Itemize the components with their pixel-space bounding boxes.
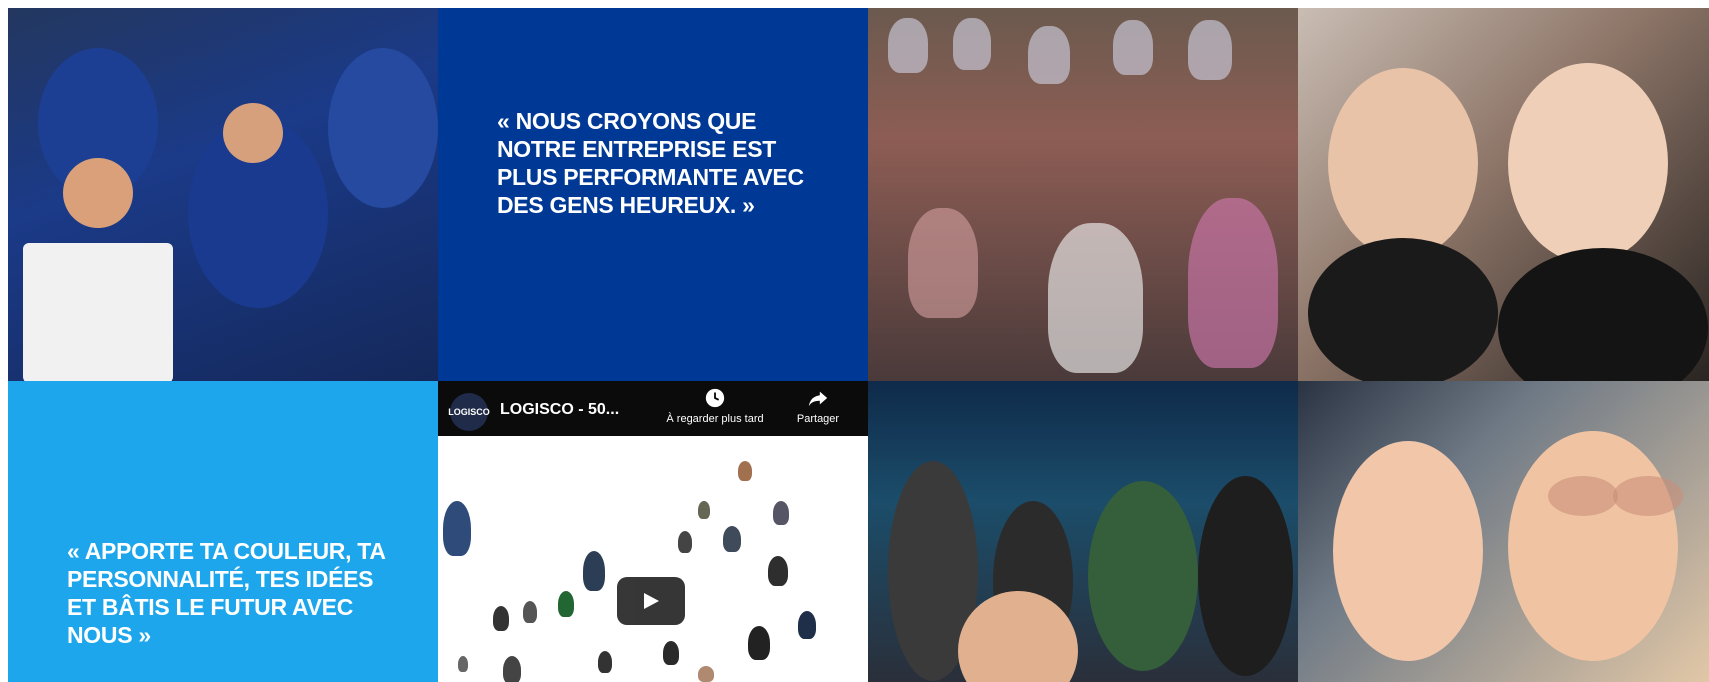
mosaic-avatar xyxy=(678,531,692,553)
mosaic-avatar xyxy=(558,591,574,617)
mosaic-avatar xyxy=(503,656,521,682)
channel-avatar[interactable]: LOGISCO xyxy=(448,393,490,431)
mosaic-avatar xyxy=(493,606,509,631)
mosaic-avatar xyxy=(748,626,770,660)
celebration-event-photo xyxy=(868,381,1298,682)
mosaic-avatar xyxy=(523,601,537,623)
mosaic-avatar xyxy=(663,641,679,665)
mosaic-avatar xyxy=(698,666,714,682)
share-label: Partager xyxy=(796,413,840,425)
mosaic-avatar xyxy=(798,611,816,639)
share-arrow-icon xyxy=(808,391,828,407)
youtube-video-embed[interactable]: LOGISCO LOGISCO - 50... À regarder plus … xyxy=(438,381,868,682)
mosaic-avatar xyxy=(458,656,468,672)
mosaic-avatar xyxy=(443,501,471,556)
mosaic-avatar xyxy=(738,461,752,481)
mosaic-avatar xyxy=(698,501,710,519)
video-header: LOGISCO LOGISCO - 50... À regarder plus … xyxy=(438,381,868,436)
hockey-team-photo xyxy=(8,8,438,381)
video-title[interactable]: LOGISCO - 50... xyxy=(500,401,619,419)
mosaic-avatar xyxy=(773,501,789,525)
play-button[interactable] xyxy=(617,577,685,625)
mosaic-avatar xyxy=(723,526,741,552)
watch-later-label: À regarder plus tard xyxy=(666,413,764,425)
two-women-closeup-photo xyxy=(1298,381,1709,682)
play-icon xyxy=(644,593,659,609)
clock-icon xyxy=(705,388,725,408)
two-women-smiling-photo xyxy=(1298,8,1709,381)
mosaic-avatar xyxy=(768,556,788,586)
quote-happy-people: « NOUS CROYONS QUE NOTRE ENTREPRISE EST … xyxy=(497,108,804,218)
mosaic-avatar xyxy=(598,651,612,673)
costume-party-photo xyxy=(868,8,1298,381)
watch-later-button[interactable]: À regarder plus tard xyxy=(655,387,775,425)
share-button[interactable]: Partager xyxy=(783,387,853,425)
quote-bring-your-color: « APPORTE TA COULEUR, TA PERSONNALITÉ, T… xyxy=(67,538,385,648)
mosaic-avatar xyxy=(583,551,605,591)
quote-tile-happy-people: « NOUS CROYONS QUE NOTRE ENTREPRISE EST … xyxy=(438,8,868,381)
